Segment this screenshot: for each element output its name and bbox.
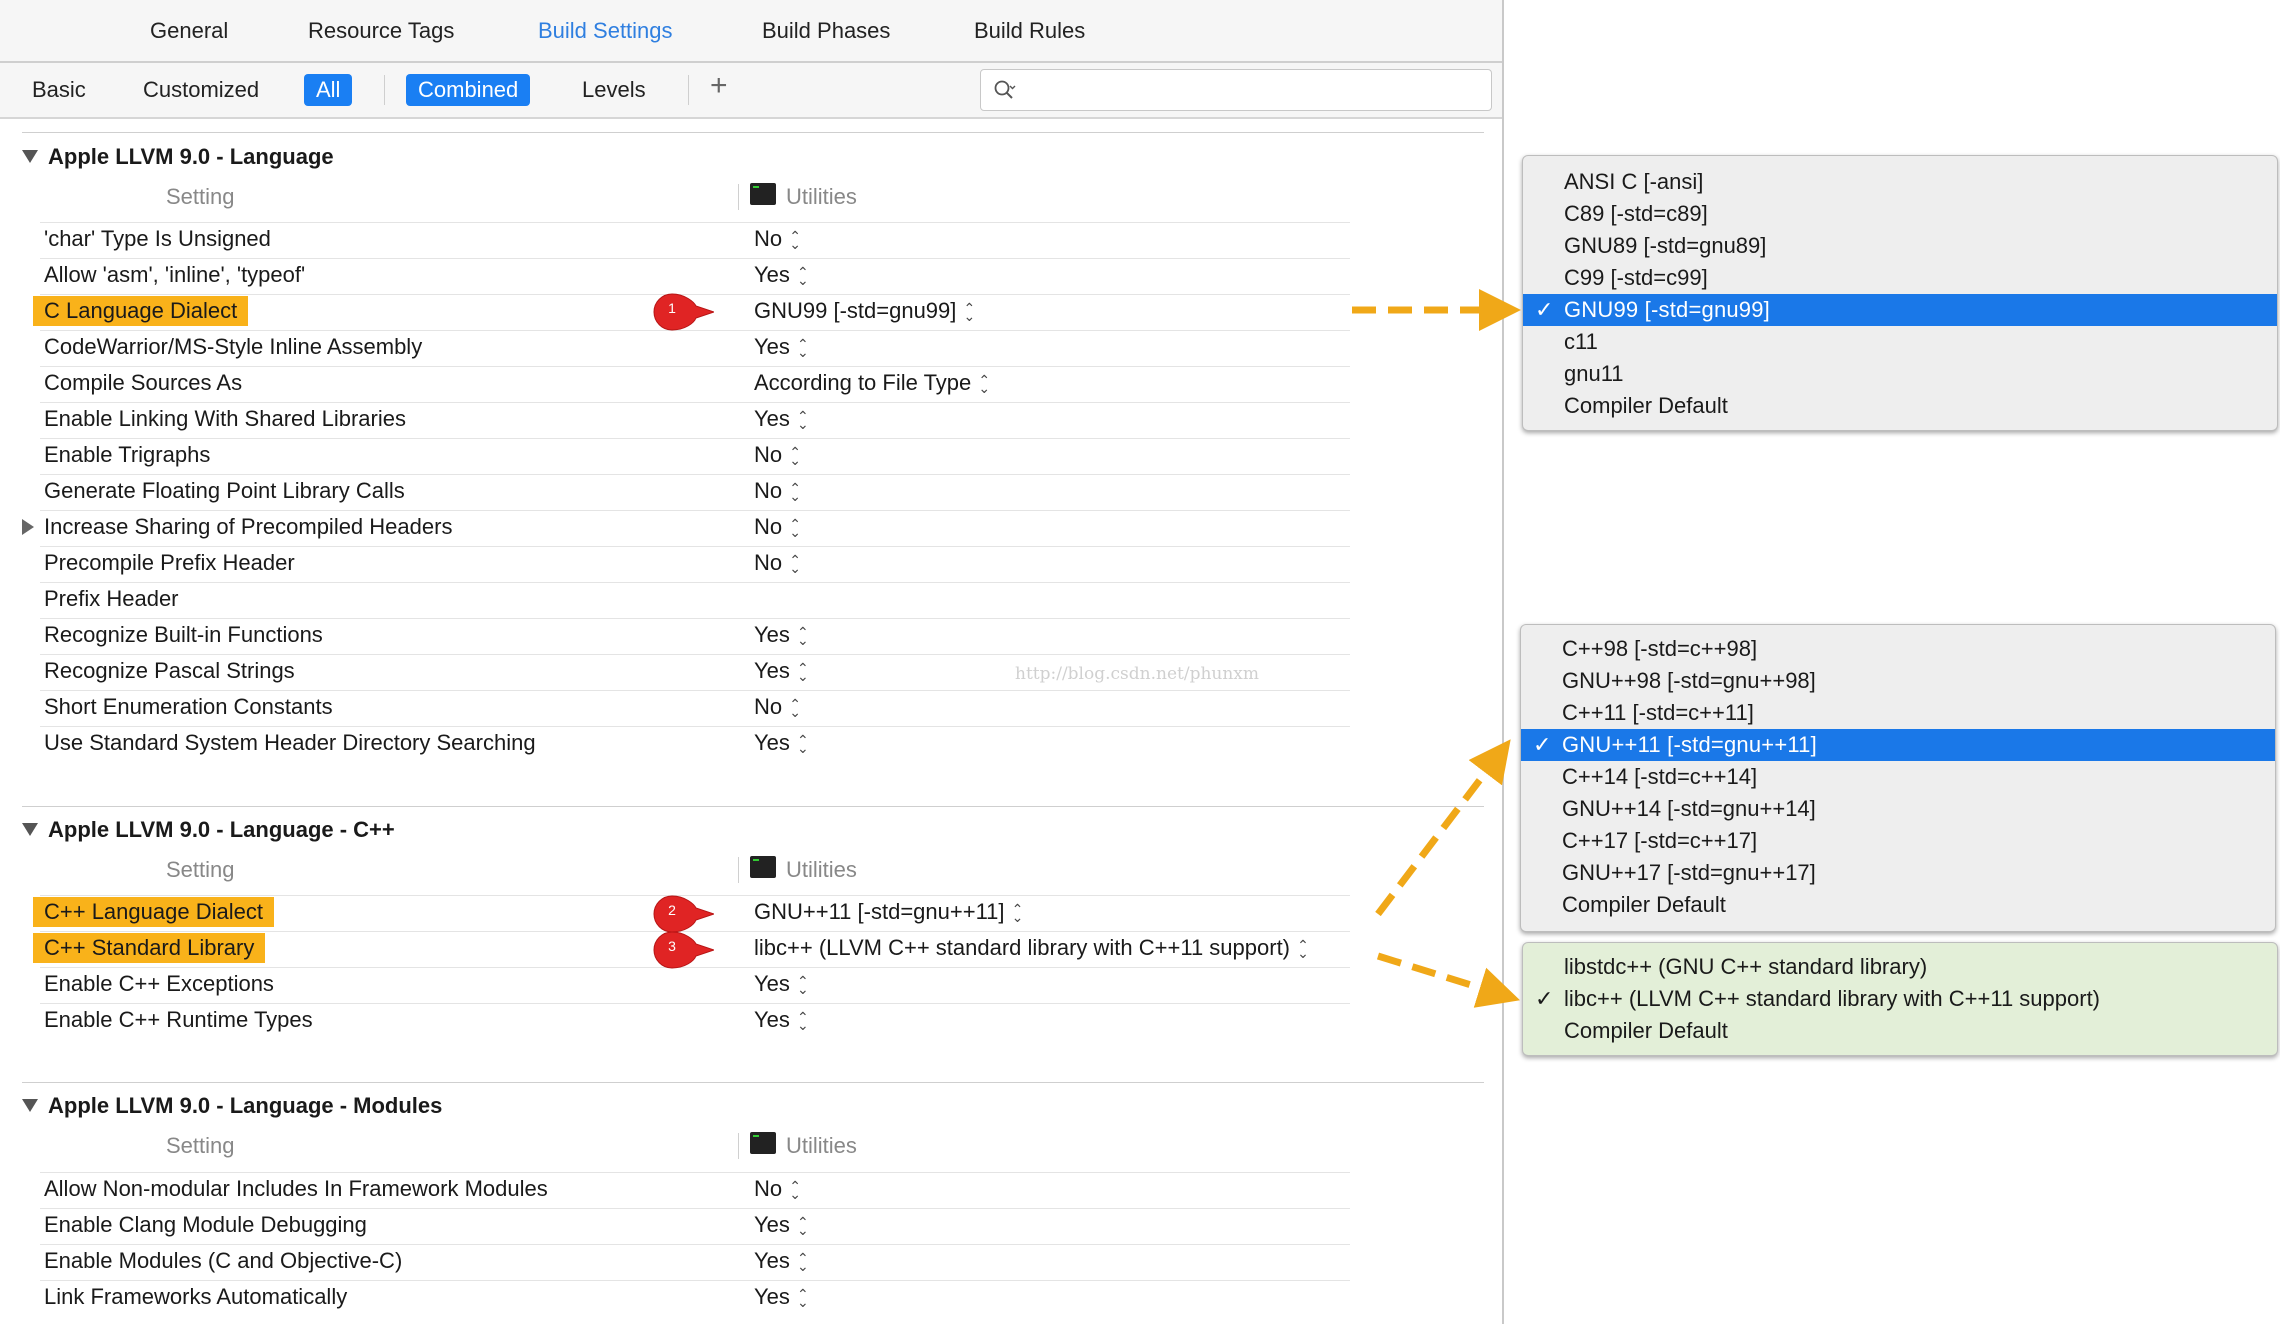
arrow-to-cpp-dialect-menu bbox=[1375, 739, 1511, 917]
annotation-arrows bbox=[1352, 289, 1521, 1008]
arrow-to-cpp-stdlib-menu bbox=[1376, 952, 1521, 1008]
